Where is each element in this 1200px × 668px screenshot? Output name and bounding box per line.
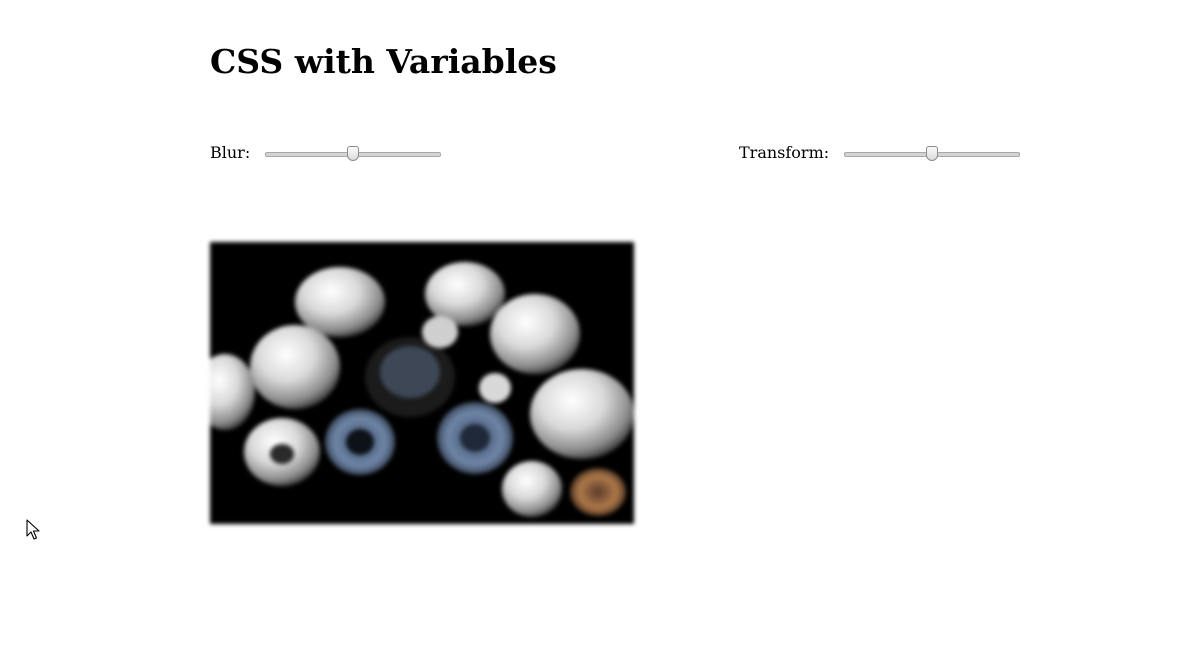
blur-label: Blur: <box>210 143 251 162</box>
transform-label: Transform: <box>739 143 830 162</box>
page: CSS with Variables Blur: Transform: <box>0 0 1200 668</box>
blur-slider-thumb[interactable] <box>347 146 360 161</box>
transform-slider-thumb[interactable] <box>926 146 939 161</box>
mouse-pointer-icon <box>26 519 40 540</box>
transform-control: Transform: <box>739 138 1021 168</box>
blur-control: Blur: <box>210 138 442 168</box>
blur-slider[interactable] <box>265 143 442 163</box>
cymbals-image <box>210 242 634 524</box>
transform-slider[interactable] <box>844 143 1021 163</box>
page-title: CSS with Variables <box>210 42 557 81</box>
photo-icon <box>210 242 634 524</box>
